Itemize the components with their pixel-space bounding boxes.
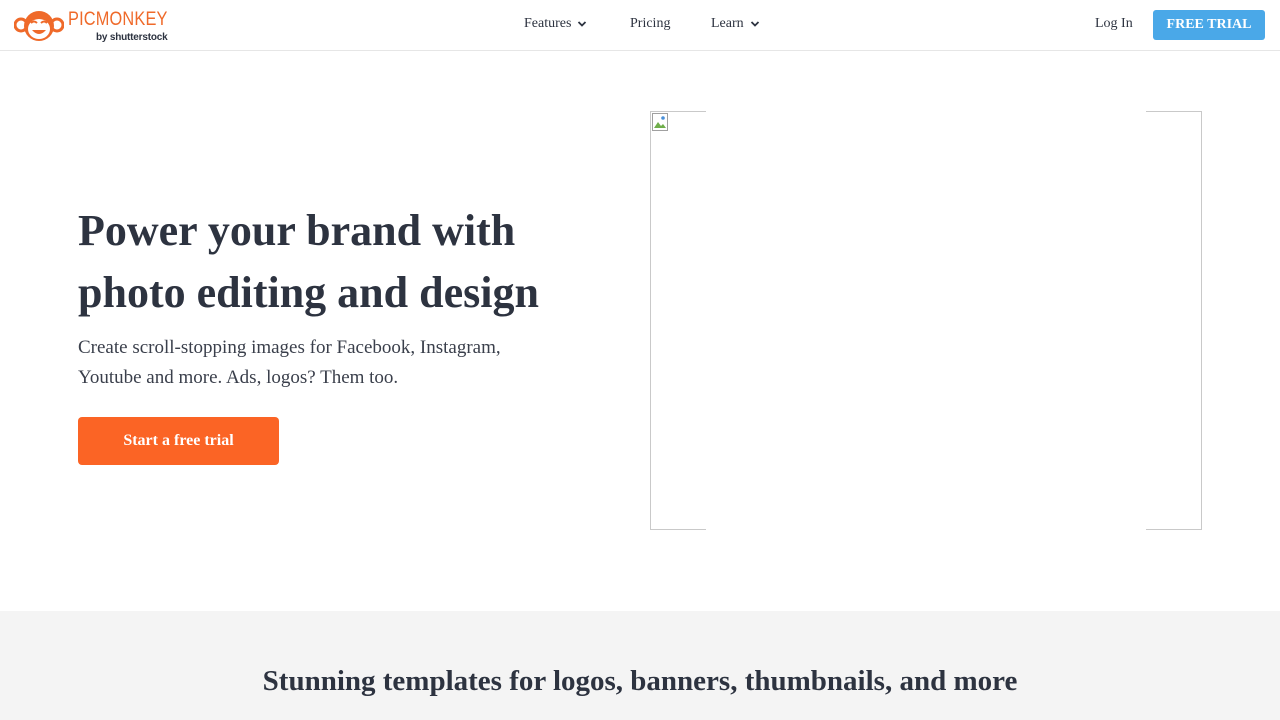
logo-byline: by shutterstock: [96, 32, 168, 43]
logo-wordmark: PICMONKEY: [68, 9, 168, 30]
hero-subtitle: Create scroll-stopping images for Facebo…: [78, 337, 501, 388]
hero-image: [650, 111, 1202, 530]
chevron-down-icon: [750, 21, 759, 27]
hero-title: Power your brand with photo editing and …: [78, 206, 539, 317]
nav-learn-label: Learn: [711, 16, 744, 31]
login-link[interactable]: Log In: [1095, 16, 1133, 32]
free-trial-button[interactable]: FREE TRIAL: [1153, 10, 1265, 40]
chevron-down-icon: [578, 21, 587, 27]
nav-pricing-label: Pricing: [630, 16, 671, 31]
picmonkey-logo[interactable]: PICMONKEY by shutterstock: [14, 8, 174, 44]
nav-learn[interactable]: Learn: [711, 16, 760, 32]
nav-features[interactable]: Features: [524, 16, 587, 32]
start-free-trial-button[interactable]: Start a free trial: [78, 417, 279, 465]
templates-section: Stunning templates for logos, banners, t…: [0, 611, 1280, 720]
monkey-logo-icon: [14, 11, 64, 41]
templates-title: Stunning templates for logos, banners, t…: [262, 665, 1018, 697]
site-header: PICMONKEY by shutterstock Features Prici…: [0, 0, 1280, 51]
nav-pricing[interactable]: Pricing: [630, 16, 670, 32]
nav-features-label: Features: [524, 16, 572, 31]
broken-image-icon: [652, 113, 668, 131]
